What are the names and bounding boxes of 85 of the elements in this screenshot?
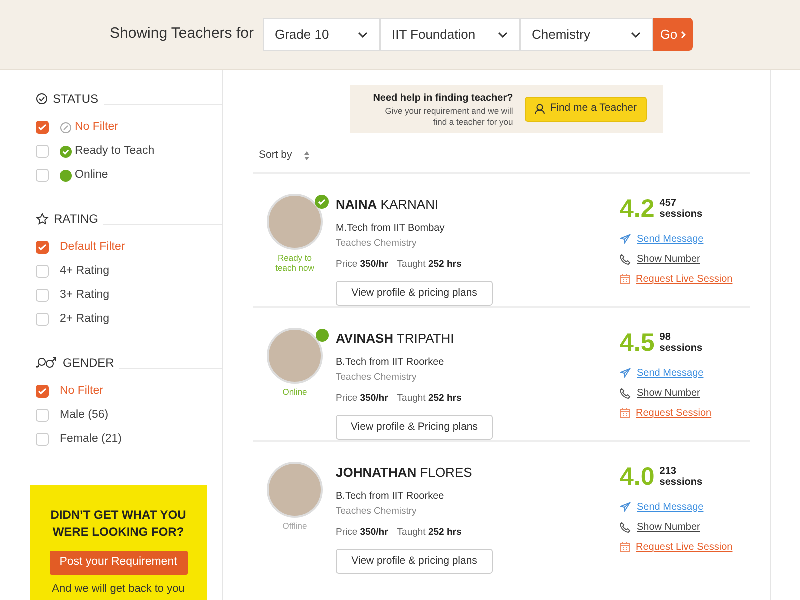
filter-option[interactable]: Ready to Teach bbox=[75, 142, 155, 160]
subject-text: Teaches Chemistry bbox=[336, 504, 418, 518]
check-circle-icon bbox=[60, 146, 72, 158]
taught-text: Taught 252 hrs bbox=[397, 392, 462, 406]
taught-text: Taught 252 hrs bbox=[397, 258, 462, 272]
filter-option[interactable]: Male (56) bbox=[60, 406, 109, 424]
chevron-right-icon bbox=[680, 30, 686, 38]
checkbox[interactable] bbox=[36, 313, 49, 326]
teacher-name[interactable]: NAINA KARNANI bbox=[336, 195, 620, 214]
filter-heading: STATUS bbox=[53, 91, 99, 108]
phone-icon bbox=[620, 388, 631, 398]
calendar-icon bbox=[620, 274, 630, 284]
sessions-label: sessions bbox=[660, 343, 703, 354]
promo-note: And we will get back to you bbox=[52, 582, 185, 597]
sort-label[interactable]: Sort by bbox=[259, 148, 292, 164]
post-requirement-button[interactable]: Post your Requirement bbox=[50, 551, 188, 575]
status-label: Online bbox=[282, 387, 308, 397]
rating-value: 4.2 bbox=[620, 195, 655, 223]
status-label: Offline bbox=[282, 521, 308, 531]
chevron-down-icon bbox=[358, 32, 368, 38]
filter-option[interactable]: Female (21) bbox=[60, 430, 122, 448]
sessions-label: sessions bbox=[660, 477, 703, 488]
action-link[interactable]: Show Number bbox=[637, 386, 700, 400]
price-text: Price 350/hr bbox=[336, 526, 388, 540]
degree-text: M.Tech from IIT Bombay bbox=[336, 222, 446, 236]
paper-plane-icon bbox=[620, 368, 631, 378]
degree-text: B.Tech from IIT Roorkee bbox=[336, 356, 446, 370]
teacher-name[interactable]: JOHNATHAN FLORES bbox=[336, 463, 620, 482]
filter-option[interactable]: 3+ Rating bbox=[60, 286, 110, 304]
filter-heading: RATING bbox=[54, 211, 98, 228]
checkbox[interactable] bbox=[36, 265, 49, 278]
checkbox[interactable] bbox=[36, 145, 49, 158]
rating-value: 4.5 bbox=[620, 329, 655, 357]
subject-text: Teaches Chemistry bbox=[336, 370, 418, 384]
dropdown[interactable]: Chemistry bbox=[520, 18, 653, 51]
help-title: Need help in finding teacher? bbox=[373, 92, 514, 106]
session-count: 457 bbox=[660, 198, 678, 209]
session-count: 98 bbox=[660, 332, 672, 343]
person-icon bbox=[535, 104, 546, 114]
action-link[interactable]: Show Number bbox=[637, 520, 700, 534]
paper-plane-icon bbox=[620, 502, 631, 512]
filter-heading: GENDER bbox=[63, 355, 114, 372]
chevron-down-icon bbox=[498, 32, 508, 38]
no-filter-icon bbox=[60, 122, 72, 134]
filter-option[interactable]: Online bbox=[75, 166, 108, 184]
teacher-name[interactable]: AVINASH TRIPATHI bbox=[336, 329, 620, 348]
dropdown[interactable]: Grade 10 bbox=[262, 18, 380, 51]
taught-text: Taught 252 hrs bbox=[397, 526, 462, 540]
sessions-label: sessions bbox=[660, 209, 703, 220]
gender-icon bbox=[36, 357, 58, 369]
checkbox[interactable] bbox=[36, 169, 49, 182]
filter-option[interactable]: 2+ Rating bbox=[60, 310, 110, 328]
check-circle-icon bbox=[36, 93, 48, 105]
promo-title: DIDN’T GET WHAT YOU WERE LOOKING FOR? bbox=[50, 507, 188, 541]
find-teacher-button[interactable]: Find me a Teacher bbox=[525, 96, 647, 122]
chevron-down-icon bbox=[630, 32, 641, 38]
phone-icon bbox=[620, 522, 631, 532]
checkbox[interactable] bbox=[36, 385, 49, 398]
degree-text: B.Tech from IIT Roorkee bbox=[336, 490, 446, 504]
header-title: Showing Teachers for bbox=[110, 24, 254, 44]
filter-option[interactable]: 4+ Rating bbox=[60, 262, 110, 280]
status-label: Ready to teach now bbox=[274, 253, 316, 273]
checkbox[interactable] bbox=[36, 409, 49, 422]
help-text: Give your requirement and we will find a teacher for you bbox=[384, 106, 514, 128]
view-profile-button[interactable]: View profile & pricing plans bbox=[336, 281, 493, 306]
calendar-icon bbox=[620, 542, 630, 552]
price-text: Price 350/hr bbox=[336, 392, 388, 406]
sort-arrows-icon[interactable] bbox=[304, 151, 310, 161]
session-count: 213 bbox=[660, 466, 678, 477]
price-text: Price 350/hr bbox=[336, 258, 388, 272]
view-profile-button[interactable]: View profile & Pricing plans bbox=[336, 415, 493, 440]
checkbox[interactable] bbox=[36, 241, 49, 254]
rating-value: 4.0 bbox=[620, 463, 655, 491]
checkbox[interactable] bbox=[36, 433, 49, 446]
view-profile-button[interactable]: View profile & pricing plans bbox=[336, 549, 493, 574]
star-icon bbox=[36, 213, 49, 225]
action-link[interactable]: Show Number bbox=[637, 252, 700, 266]
subject-text: Teaches Chemistry bbox=[336, 236, 418, 250]
calendar-icon bbox=[620, 408, 630, 418]
checkbox[interactable] bbox=[36, 121, 49, 134]
paper-plane-icon bbox=[620, 234, 631, 244]
check-badge-icon bbox=[315, 195, 329, 209]
phone-icon bbox=[620, 254, 631, 264]
dropdown[interactable]: IIT Foundation bbox=[380, 18, 520, 51]
checkbox[interactable] bbox=[36, 289, 49, 302]
